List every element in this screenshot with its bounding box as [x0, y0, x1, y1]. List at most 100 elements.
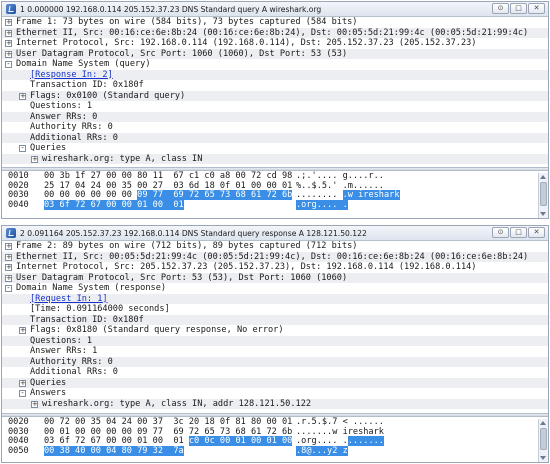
hex-ascii-selected[interactable]: .w ireshark — [342, 190, 400, 200]
tree-row[interactable]: Questions: 1 — [2, 101, 548, 112]
hex-bytes-plain: 00 72 00 35 04 24 00 37 3c 20 18 0f 81 8… — [44, 417, 293, 427]
packet-details-tree: + Frame 2: 89 bytes on wire (712 bits), 8… — [2, 241, 548, 413]
bytes-scrollbar[interactable] — [538, 173, 548, 218]
tree-row[interactable]: - Domain Name System (query) — [2, 59, 548, 70]
hex-ascii-plain: .......w ireshark — [296, 426, 384, 437]
expand-icon[interactable]: + — [5, 243, 12, 250]
tree-row[interactable]: + Flags: 0x0100 (Standard query) — [2, 90, 548, 101]
hex-ascii-selected[interactable]: .org.... . — [296, 199, 348, 210]
tree-row[interactable]: + Queries — [2, 377, 548, 388]
tree-row[interactable]: [Request In: 1] — [2, 293, 548, 304]
scrollbar-thumb[interactable] — [540, 182, 547, 206]
tree-row-label: Additional RRs: 0 — [30, 132, 118, 143]
expand-icon[interactable]: + — [5, 19, 12, 26]
scroll-down-icon[interactable] — [540, 456, 546, 460]
collapse-icon[interactable]: - — [19, 390, 26, 397]
tree-row[interactable]: Authority RRs: 0 — [2, 122, 548, 133]
tree-row[interactable]: Answer RRs: 1 — [2, 346, 548, 357]
hex-bytes-plain: 25 17 04 24 00 35 00 27 03 6d 18 0f 01 0… — [44, 180, 293, 191]
tree-row-label: Domain Name System (response) — [16, 283, 167, 293]
hex-offset: 0040 — [8, 199, 29, 210]
hex-bytes-selected[interactable]: 00 38 40 00 04 80 79 32 7a — [44, 445, 184, 456]
hex-ascii-plain: .r.5.$.7 < ...... — [296, 417, 384, 427]
collapse-icon[interactable]: - — [5, 61, 12, 68]
close-icon[interactable]: ✕ — [528, 227, 545, 238]
tree-row-label: Ethernet II, Src: 00:16:ce:6e:8b:24 (00:… — [16, 27, 529, 38]
tree-row[interactable]: Transaction ID: 0x180f — [2, 80, 548, 91]
packet-details-tree: + Frame 1: 73 bytes on wire (584 bits), 7… — [2, 17, 548, 167]
tree-row[interactable]: + wireshark.org: type A, class IN — [2, 153, 548, 164]
tree-row[interactable]: + wireshark.org: type A, class IN, addr 1… — [2, 398, 548, 409]
hex-ascii-plain: ........ — [296, 190, 343, 200]
tree-row[interactable]: + User Datagram Protocol, Src Port: 53 (5… — [2, 272, 548, 283]
hex-ascii-plain: .;.'.... g....r.. — [296, 171, 384, 181]
hex-bytes-plain: 00 01 00 00 00 00 09 77 69 72 65 73 68 6… — [44, 426, 293, 437]
expand-icon[interactable]: + — [19, 92, 26, 100]
expand-icon[interactable]: + — [5, 264, 12, 271]
hex-row: 0050 00 38 40 00 04 80 79 32 7a .8@...y2 z — [8, 445, 548, 457]
tree-row[interactable]: - Domain Name System (response) — [2, 283, 548, 294]
tree-row-label: [Time: 0.091164000 seconds] — [30, 304, 170, 314]
tree-row[interactable]: + Frame 1: 73 bytes on wire (584 bits), 7… — [2, 17, 548, 28]
hex-bytes-plain: 00 00 00 00 00 00 — [44, 190, 138, 200]
tree-row-label: Answer RRs: 1 — [30, 346, 98, 356]
collapse-icon[interactable]: - — [5, 285, 12, 292]
window-titlebar[interactable]: 1 0.000000 192.168.0.114 205.152.37.23 D… — [2, 2, 548, 17]
tree-row[interactable]: + Flags: 0x8180 (Standard query response,… — [2, 325, 548, 336]
hex-ascii[interactable]: .org.... . — [296, 199, 406, 211]
tree-row[interactable]: [Time: 0.091164000 seconds] — [2, 304, 548, 315]
hex-bytes-selected[interactable]: c0 0c 00 01 00 01 00 — [188, 436, 293, 446]
expand-icon[interactable]: + — [19, 327, 26, 334]
hex-offset: 0050 — [8, 445, 29, 456]
tree-row[interactable]: + Ethernet II, Src: 00:16:ce:6e:8b:24 (00… — [2, 27, 548, 38]
tree-row[interactable]: Transaction ID: 0x180f — [2, 314, 548, 325]
expand-icon[interactable]: + — [5, 253, 12, 261]
tree-row[interactable]: Additional RRs: 0 — [2, 132, 548, 143]
close-icon[interactable]: ✕ — [528, 3, 545, 14]
hex-bytes[interactable]: 00 38 40 00 04 80 79 32 7a — [44, 445, 296, 457]
tree-row[interactable]: + User Datagram Protocol, Src Port: 1060 … — [2, 48, 548, 59]
expand-icon[interactable]: + — [5, 29, 12, 37]
expand-icon[interactable]: + — [5, 40, 12, 47]
maximize-icon[interactable]: □ — [510, 3, 527, 14]
tree-row[interactable]: Answer RRs: 0 — [2, 111, 548, 122]
hex-bytes[interactable]: 03 6f 72 67 00 00 01 00 01 — [44, 199, 296, 211]
tree-row[interactable]: Additional RRs: 0 — [2, 367, 548, 378]
hex-bytes-selected[interactable]: 09 77 69 72 65 73 68 61 72 6b — [137, 190, 293, 200]
tree-row-label: Queries — [30, 143, 67, 153]
expand-icon[interactable]: + — [31, 400, 38, 408]
tree-row[interactable]: Authority RRs: 0 — [2, 356, 548, 367]
frame-link[interactable]: [Response In: 2] — [30, 70, 113, 80]
scroll-up-icon[interactable] — [540, 421, 546, 425]
scroll-down-icon[interactable] — [540, 212, 546, 216]
frame-link[interactable]: [Request In: 1] — [30, 294, 108, 304]
tree-row-label: wireshark.org: type A, class IN — [42, 153, 203, 164]
tree-row[interactable]: - Answers — [2, 388, 548, 399]
scrollbar-thumb[interactable] — [540, 428, 547, 450]
collapse-icon[interactable]: - — [19, 145, 26, 152]
bytes-scrollbar[interactable] — [538, 419, 548, 462]
scroll-up-icon[interactable] — [540, 175, 546, 179]
restore-icon[interactable]: ⊙ — [492, 227, 509, 238]
hex-ascii-selected[interactable]: ....... — [347, 436, 384, 446]
hex-ascii[interactable]: .8@...y2 z — [296, 445, 406, 457]
expand-icon[interactable]: + — [31, 155, 38, 163]
tree-row-label: Internet Protocol, Src: 205.152.37.23 (2… — [16, 262, 477, 272]
expand-icon[interactable]: + — [5, 274, 12, 282]
tree-row[interactable]: + Ethernet II, Src: 00:05:5d:21:99:4c (00… — [2, 251, 548, 262]
wireshark-app-icon — [6, 4, 16, 14]
expand-icon[interactable]: + — [19, 379, 26, 387]
expand-icon[interactable]: + — [5, 50, 12, 58]
tree-row[interactable]: + Internet Protocol, Src: 205.152.37.23 (… — [2, 262, 548, 273]
tree-row[interactable]: + Frame 2: 89 bytes on wire (712 bits), 8… — [2, 241, 548, 252]
maximize-icon[interactable]: □ — [510, 227, 527, 238]
tree-row[interactable]: + Internet Protocol, Src: 192.168.0.114 (… — [2, 38, 548, 49]
restore-icon[interactable]: ⊙ — [492, 3, 509, 14]
hex-ascii-selected[interactable]: .8@...y2 z — [296, 445, 348, 456]
hex-bytes-selected[interactable]: 03 6f 72 67 00 00 01 00 01 — [44, 199, 184, 210]
tree-row[interactable]: [Response In: 2] — [2, 69, 548, 80]
tree-row-label: wireshark.org: type A, class IN, addr 12… — [42, 398, 312, 409]
tree-row[interactable]: Questions: 1 — [2, 335, 548, 346]
window-titlebar[interactable]: 2 0.091164 205.152.37.23 192.168.0.114 D… — [2, 226, 548, 241]
tree-row[interactable]: - Queries — [2, 143, 548, 154]
